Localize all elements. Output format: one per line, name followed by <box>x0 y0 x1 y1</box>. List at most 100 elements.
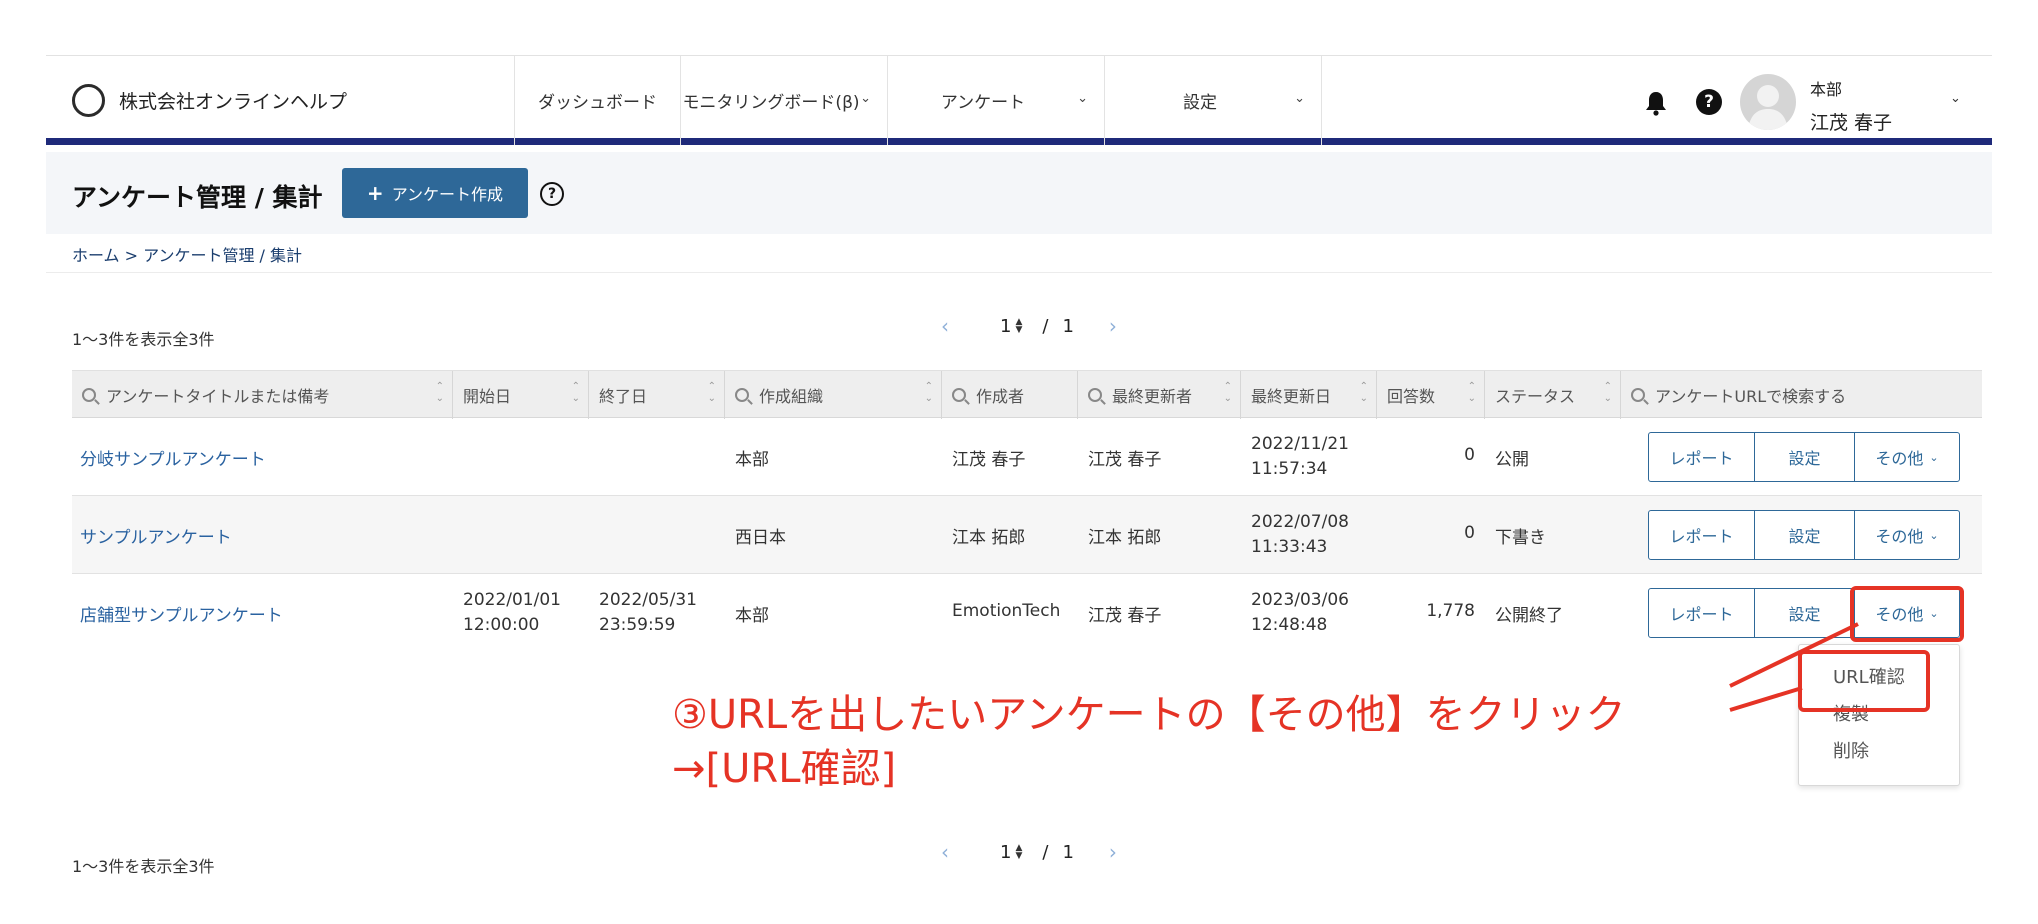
page-number-input[interactable]: 1 ▲ ▼ <box>1000 316 1022 337</box>
other-menu-button[interactable]: その他 ⌄ <box>1855 433 1959 481</box>
settings-button[interactable]: 設定 <box>1755 511 1855 559</box>
org-cell: 西日本 <box>735 528 786 548</box>
menu-item-delete[interactable]: 削除 <box>1833 737 1869 763</box>
breadcrumb: ホーム > アンケート管理 / 集計 <box>72 242 302 266</box>
table-row: 分岐サンプルアンケート 本部 江茂 春子 江茂 春子 2022/11/21 11… <box>72 418 1982 496</box>
survey-title-link[interactable]: 店舗型サンプルアンケート <box>80 601 283 626</box>
next-page-icon[interactable]: › <box>1098 840 1128 864</box>
header-title-search[interactable]: アンケートタイトルまたは備考 ⌃ ⌄ <box>72 371 453 419</box>
updated-date: 2022/07/08 <box>1251 512 1349 532</box>
divider <box>46 272 1992 273</box>
header-title-label: アンケートタイトルまたは備考 <box>106 387 330 406</box>
header-answers[interactable]: 回答数 ⌃ ⌄ <box>1377 371 1485 419</box>
header-start-label: 開始日 <box>463 387 512 406</box>
nav-dashboard-label: ダッシュボード <box>538 93 657 113</box>
breadcrumb-home[interactable]: ホーム <box>72 246 120 265</box>
result-count-bottom: 1〜3件を表示全3件 <box>72 857 215 876</box>
nav-settings[interactable]: 設定 ⌄ <box>1104 56 1322 145</box>
help-icon[interactable]: ? <box>1696 89 1722 115</box>
brand[interactable]: 株式会社オンラインヘルプ <box>72 84 347 117</box>
user-info[interactable]: 本部 江茂 春子 <box>1810 76 1892 135</box>
table-row: サンプルアンケート 西日本 江本 拓郎 江本 拓郎 2022/07/08 11:… <box>72 496 1982 574</box>
sort-icon[interactable]: ⌃ ⌄ <box>1468 381 1476 405</box>
total-pages: 1 <box>1062 841 1074 863</box>
updated-time: 12:48:48 <box>1251 615 1328 635</box>
header-end-label: 終了日 <box>599 387 648 406</box>
header-answers-label: 回答数 <box>1387 387 1436 406</box>
updated-cell: 2023/03/06 12:48:48 <box>1251 588 1349 638</box>
sort-icon[interactable]: ⌃ ⌄ <box>572 381 580 405</box>
sort-icon[interactable]: ⌃ ⌄ <box>708 381 716 405</box>
annotation-instruction-line1: ③URLを出したいアンケートの【その他】をクリック <box>672 692 1626 738</box>
search-icon <box>1088 388 1102 402</box>
survey-title-link[interactable]: サンプルアンケート <box>80 523 232 548</box>
help-circle-icon[interactable]: ? <box>540 182 564 206</box>
bell-icon[interactable] <box>1644 90 1668 116</box>
spinner-icon: ▲ ▼ <box>1015 843 1023 861</box>
other-menu-label: その他 <box>1875 449 1924 468</box>
table-row: 店舗型サンプルアンケート 2022/01/01 12:00:00 2022/05… <box>72 574 1982 652</box>
header-updater-search[interactable]: 最終更新者 ⌃ ⌄ <box>1078 371 1241 419</box>
avatar[interactable] <box>1740 74 1796 130</box>
chevron-down-icon[interactable]: ⌄ <box>1950 91 1961 106</box>
header-org-label: 作成組織 <box>759 387 824 406</box>
plus-icon: + <box>366 181 384 205</box>
header-updated-date[interactable]: 最終更新日 ⌃ ⌄ <box>1241 371 1377 419</box>
nav-survey-label: アンケート <box>940 93 1026 113</box>
nav-settings-label: 設定 <box>1183 93 1217 113</box>
create-survey-button[interactable]: + アンケート作成 <box>342 168 528 218</box>
end-time: 23:59:59 <box>599 615 676 635</box>
header-org-search[interactable]: 作成組織 ⌃ ⌄ <box>725 371 942 419</box>
other-menu-button[interactable]: その他 ⌄ <box>1855 511 1959 559</box>
report-button[interactable]: レポート <box>1649 511 1755 559</box>
start-date: 2022/01/01 <box>463 590 561 610</box>
settings-button[interactable]: 設定 <box>1755 433 1855 481</box>
answers-cell: 0 <box>1464 523 1475 543</box>
app-header: 株式会社オンラインヘルプ ダッシュボード モニタリングボード(β) ⌄ アンケー… <box>46 56 1992 145</box>
sort-icon[interactable]: ⌃ ⌄ <box>1604 381 1612 405</box>
nav-dashboard[interactable]: ダッシュボード <box>514 56 680 145</box>
nav-monitoring-board[interactable]: モニタリングボード(β) ⌄ <box>680 56 887 145</box>
updated-cell: 2022/07/08 11:33:43 <box>1251 510 1349 560</box>
search-icon <box>735 388 749 402</box>
search-icon <box>952 388 966 402</box>
status-cell: 公開終了 <box>1495 606 1563 626</box>
chevron-down-icon: ⌄ <box>860 91 871 106</box>
prev-page-icon[interactable]: ‹ <box>930 314 960 338</box>
current-page: 1 <box>1000 315 1012 337</box>
page-separator: / <box>1042 315 1049 337</box>
annotation-arrow-lines <box>1729 622 1859 712</box>
sort-icon[interactable]: ⌃ ⌄ <box>1360 381 1368 405</box>
row-actions: レポート 設定 その他 ⌄ <box>1648 432 1960 482</box>
prev-page-icon[interactable]: ‹ <box>930 840 960 864</box>
sort-icon[interactable]: ⌃ ⌄ <box>1224 381 1232 405</box>
sort-icon[interactable]: ⌃ ⌄ <box>925 381 933 405</box>
title-bar: アンケート管理 / 集計 + アンケート作成 ? <box>46 152 1992 234</box>
updater-cell: 江茂 春子 <box>1088 450 1162 470</box>
spinner-icon: ▲ ▼ <box>1015 317 1023 335</box>
header-start-date[interactable]: 開始日 ⌃ ⌄ <box>453 371 589 419</box>
breadcrumb-current: アンケート管理 / 集計 <box>143 246 303 265</box>
updated-date: 2022/11/21 <box>1251 434 1349 454</box>
survey-title-link[interactable]: 分岐サンプルアンケート <box>80 445 266 470</box>
answers-cell: 0 <box>1464 445 1475 465</box>
start-cell: 2022/01/01 12:00:00 <box>463 588 561 638</box>
page-separator: / <box>1042 841 1049 863</box>
updater-cell: 江茂 春子 <box>1088 606 1162 626</box>
chevron-down-icon: ⌄ <box>1929 528 1939 542</box>
company-logo-icon <box>72 84 105 117</box>
header-updater-label: 最終更新者 <box>1112 387 1193 406</box>
header-creator-search[interactable]: 作成者 <box>942 371 1078 419</box>
page-number-input[interactable]: 1 ▲ ▼ <box>1000 842 1022 863</box>
annotation-instruction-line2: →[URL確認] <box>672 746 897 792</box>
report-button[interactable]: レポート <box>1649 433 1755 481</box>
sort-icon[interactable]: ⌃ ⌄ <box>436 381 444 405</box>
chevron-down-icon: ⌄ <box>1929 450 1939 464</box>
header-end-date[interactable]: 終了日 ⌃ ⌄ <box>589 371 725 419</box>
breadcrumb-separator: > <box>119 246 144 265</box>
header-url-search[interactable]: アンケートURLで検索する <box>1621 371 1982 419</box>
user-name: 江茂 春子 <box>1810 112 1893 134</box>
nav-survey[interactable]: アンケート ⌄ <box>887 56 1104 145</box>
next-page-icon[interactable]: › <box>1098 314 1128 338</box>
header-status[interactable]: ステータス ⌃ ⌄ <box>1485 371 1621 419</box>
